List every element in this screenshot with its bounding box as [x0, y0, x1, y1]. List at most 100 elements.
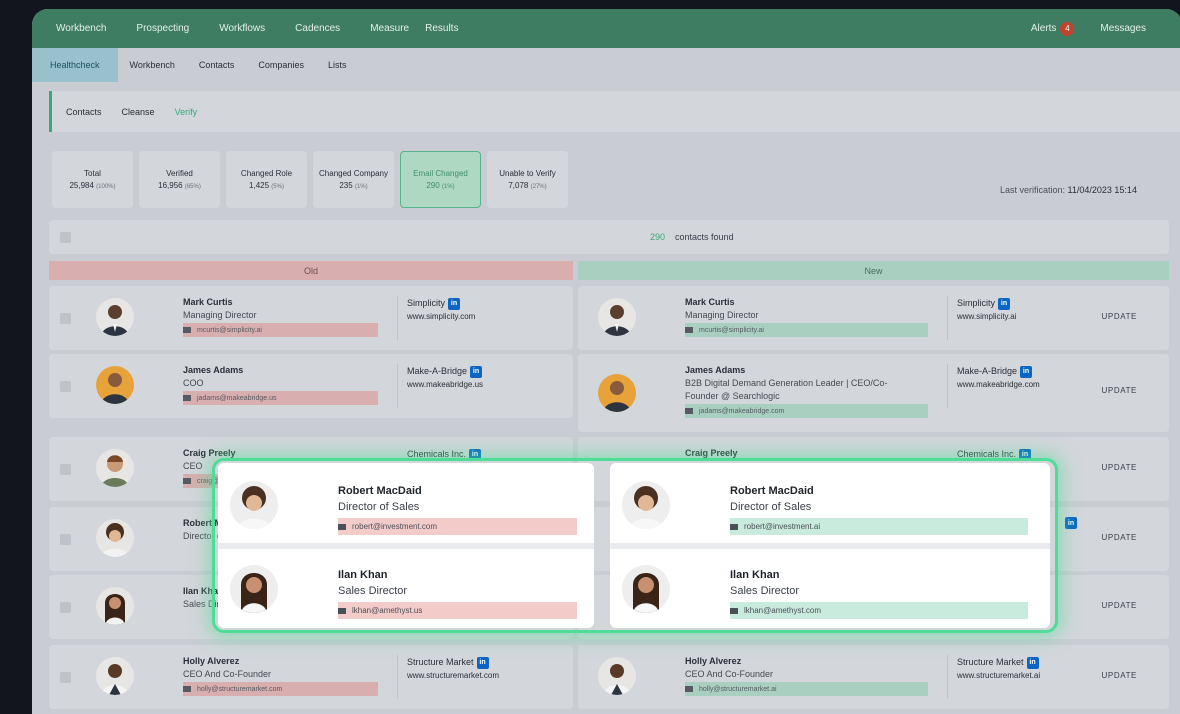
avatar	[96, 366, 134, 404]
alerts-label: Alerts	[1030, 23, 1057, 34]
person-title: B2B Digital Demand Generation Leader | C…	[685, 378, 888, 388]
email-new: robert@investment.ai	[730, 518, 1028, 535]
alerts-link[interactable]: Alerts 4	[1030, 21, 1075, 36]
filter-cleanse[interactable]: Cleanse	[122, 107, 155, 117]
company-info: Simplicity in www.simplicity.com	[407, 296, 475, 324]
person-title: CEO And Co-Founder	[183, 669, 272, 679]
stat-total[interactable]: Total 25,984 (100%)	[52, 151, 133, 208]
avatar	[96, 449, 134, 487]
row-checkbox[interactable]	[60, 672, 71, 683]
person-name: Holly Alverez	[685, 656, 742, 666]
avatar	[622, 565, 670, 613]
avatar	[622, 481, 670, 529]
highlight-entry: Ilan Khan Sales Director lkhan@amethyst.…	[610, 547, 1050, 627]
divider	[947, 364, 948, 408]
divider	[397, 364, 398, 408]
linkedin-icon[interactable]: in	[470, 365, 483, 378]
avatar	[96, 587, 134, 625]
update-button[interactable]: UPDATE	[1102, 312, 1137, 321]
filter-verify[interactable]: Verify	[175, 107, 198, 117]
avatar	[598, 657, 636, 695]
tab-companies[interactable]: Companies	[246, 48, 316, 82]
mail-icon	[338, 523, 346, 530]
table-row-old: Mark Curtis Managing Director mcurtis@si…	[49, 286, 573, 350]
row-checkbox[interactable]	[60, 313, 71, 324]
stat-changed-company[interactable]: Changed Company 235 (1%)	[313, 151, 394, 208]
person-name: Mark Curtis	[685, 297, 735, 307]
nav-workflows[interactable]: Workflows	[219, 23, 265, 34]
row-checkbox[interactable]	[60, 602, 71, 613]
update-button[interactable]: UPDATE	[1102, 671, 1137, 680]
company-url[interactable]: www.structuremarket.ai	[957, 669, 1040, 683]
stat-label: Total	[84, 169, 101, 178]
column-header-old: Old	[49, 261, 573, 280]
update-button[interactable]: UPDATE	[1102, 601, 1137, 610]
nav-measure[interactable]: Measure	[370, 23, 409, 34]
divider	[397, 655, 398, 699]
company-name: Make-A-Bridge	[957, 366, 1018, 376]
update-button[interactable]: UPDATE	[1102, 386, 1137, 395]
avatar	[598, 298, 636, 336]
person-name: Robert MacDaid	[730, 485, 814, 497]
stat-label: Changed Role	[240, 169, 293, 178]
stat-value: 1,425 (5%)	[249, 181, 284, 190]
company-url[interactable]: www.makeabridge.com	[957, 378, 1040, 392]
update-button[interactable]: UPDATE	[1102, 533, 1137, 542]
tab-workbench[interactable]: Workbench	[118, 48, 187, 82]
tab-lists[interactable]: Lists	[316, 48, 359, 82]
mail-icon	[730, 607, 738, 614]
person-info: James Adams B2B Digital Demand Generatio…	[685, 364, 928, 418]
highlight-card-new: Robert MacDaid Director of Sales robert@…	[610, 463, 1050, 628]
nav-results[interactable]: Results	[425, 23, 458, 34]
company-name: Structure Market	[407, 657, 474, 667]
linkedin-icon[interactable]: in	[1020, 365, 1033, 378]
email-old: holly@structuremarket.com	[183, 682, 378, 696]
row-checkbox[interactable]	[60, 534, 71, 545]
avatar	[96, 298, 134, 336]
tab-healthcheck[interactable]: Healthcheck	[32, 48, 118, 82]
last-verification: Last verification: 11/04/2023 15:14	[1000, 185, 1137, 195]
alerts-count-badge: 4	[1060, 21, 1075, 36]
stat-value: 290 (1%)	[426, 181, 455, 190]
row-checkbox[interactable]	[60, 464, 71, 475]
tab-contacts[interactable]: Contacts	[187, 48, 247, 82]
mail-icon	[685, 327, 693, 333]
update-button[interactable]: UPDATE	[1102, 463, 1137, 472]
filter-contacts[interactable]: Contacts	[66, 107, 102, 117]
linkedin-icon[interactable]: in	[1065, 517, 1077, 529]
email-new: mcurtis@simplicity.ai	[685, 323, 928, 337]
nav-cadences[interactable]: Cadences	[295, 23, 340, 34]
person-title-line2: Founder @ Searchlogic	[685, 391, 780, 401]
person-title: COO	[183, 378, 204, 388]
person-info: Robert MacDaid Director of Sales robert@…	[338, 483, 577, 535]
company-name: Simplicity	[957, 298, 996, 308]
person-name: Holly Alverez	[183, 656, 240, 666]
company-name: Simplicity	[407, 298, 446, 308]
table-row-new: Holly Alverez CEO And Co-Founder holly@s…	[578, 645, 1169, 709]
stat-verified[interactable]: Verified 16,956 (65%)	[139, 151, 220, 208]
stat-value: 235 (1%)	[339, 181, 368, 190]
column-header-new: New	[578, 261, 1169, 280]
select-all-checkbox[interactable]	[60, 232, 71, 243]
person-name: James Adams	[183, 365, 244, 375]
linkedin-icon[interactable]: in	[998, 297, 1011, 310]
company-info: Simplicity in www.simplicity.ai	[957, 296, 1016, 324]
linkedin-icon[interactable]: in	[1026, 656, 1039, 669]
linkedin-icon[interactable]: in	[448, 297, 461, 310]
stat-email-changed[interactable]: Email Changed 290 (1%)	[400, 151, 481, 208]
stat-unable-to-verify[interactable]: Unable to Verify 7,078 (27%)	[487, 151, 568, 208]
mail-icon	[183, 686, 191, 692]
company-url[interactable]: www.simplicity.ai	[957, 310, 1016, 324]
row-checkbox[interactable]	[60, 381, 71, 392]
company-url[interactable]: www.structuremarket.com	[407, 669, 499, 683]
stat-changed-role[interactable]: Changed Role 1,425 (5%)	[226, 151, 307, 208]
nav-workbench[interactable]: Workbench	[56, 23, 106, 34]
company-url[interactable]: www.makeabridge.us	[407, 378, 483, 392]
linkedin-icon[interactable]: in	[476, 656, 489, 669]
nav-prospecting[interactable]: Prospecting	[136, 23, 189, 34]
company-url[interactable]: www.simplicity.com	[407, 310, 475, 324]
email-old: jadams@makeabridge.us	[183, 391, 378, 405]
person-name: Mark Curtis	[183, 297, 233, 307]
divider	[947, 296, 948, 340]
messages-link[interactable]: Messages	[1100, 23, 1146, 34]
